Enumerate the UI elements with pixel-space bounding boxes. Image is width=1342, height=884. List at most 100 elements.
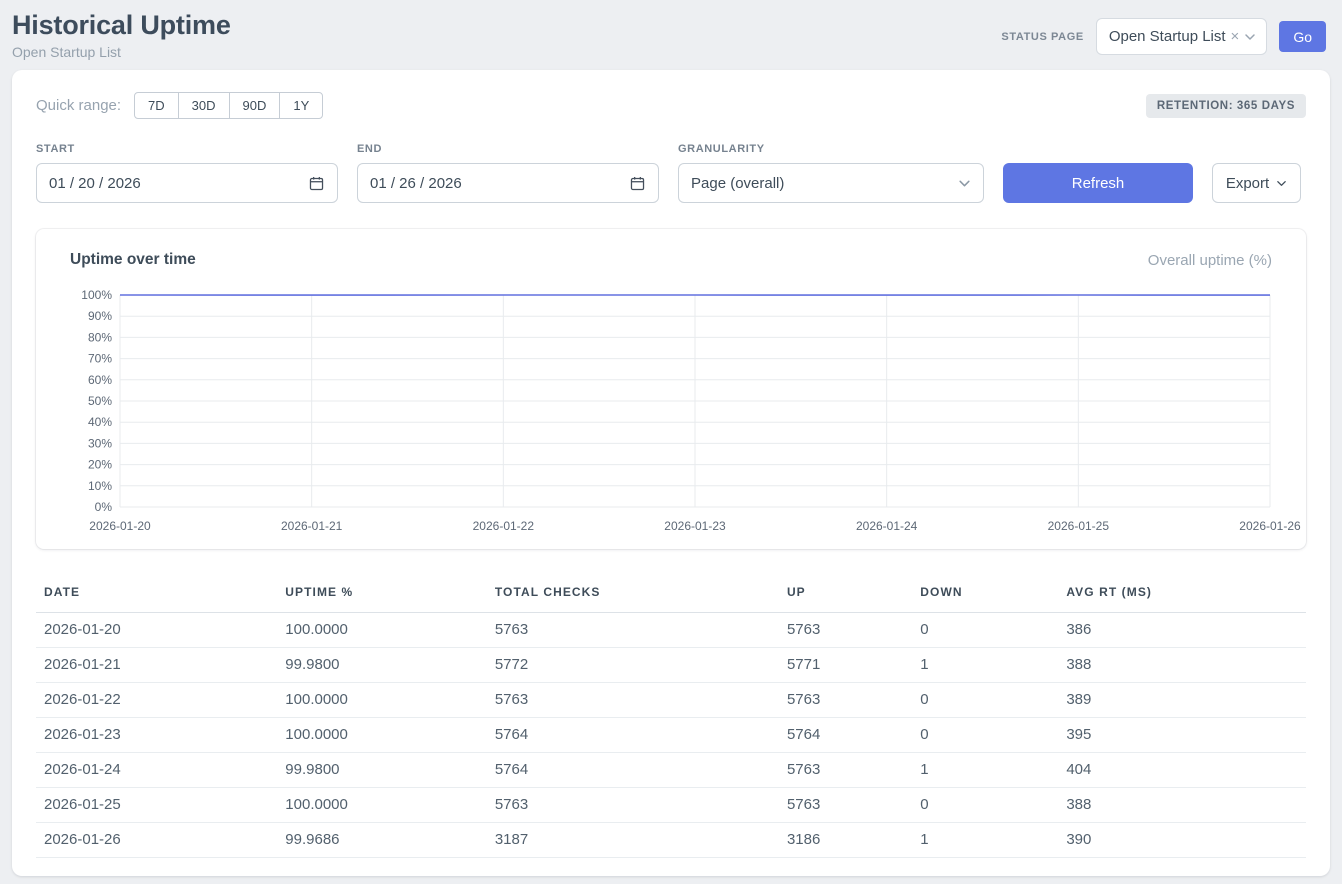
go-button[interactable]: Go	[1279, 21, 1326, 52]
chart-header: Uptime over time Overall uptime (%)	[58, 251, 1284, 269]
svg-text:2026-01-22: 2026-01-22	[473, 519, 535, 533]
svg-text:20%: 20%	[88, 458, 112, 472]
table-cell: 5763	[487, 788, 779, 823]
table-cell: 2026-01-26	[36, 823, 277, 858]
table-cell: 5763	[487, 683, 779, 718]
table-cell: 5763	[779, 788, 912, 823]
granularity-value: Page (overall)	[691, 175, 784, 192]
table-cell: 386	[1058, 613, 1306, 648]
start-date-label: START	[36, 143, 338, 155]
granularity-label: GRANULARITY	[678, 143, 984, 155]
page-header: Historical Uptime Open Startup List STAT…	[0, 0, 1342, 68]
table-cell: 0	[912, 613, 1058, 648]
title-block: Historical Uptime Open Startup List	[12, 10, 231, 60]
quick-range-segmented: 7D 30D 90D 1Y	[134, 92, 323, 119]
table-cell: 5763	[779, 683, 912, 718]
table-row: 2026-01-20100.0000576357630386	[36, 613, 1306, 648]
status-page-label: STATUS PAGE	[1001, 31, 1083, 43]
granularity-field: GRANULARITY Page (overall)	[678, 143, 984, 203]
page-subtitle: Open Startup List	[12, 44, 231, 60]
table-cell: 99.9800	[277, 753, 487, 788]
end-date-field: END 01 / 26 / 2026	[357, 143, 659, 203]
quick-range-30d-button[interactable]: 30D	[178, 92, 230, 119]
clear-icon[interactable]: ×	[1231, 29, 1240, 44]
table-row: 2026-01-22100.0000576357630389	[36, 683, 1306, 718]
table-cell: 1	[912, 753, 1058, 788]
svg-text:2026-01-24: 2026-01-24	[856, 519, 918, 533]
retention-badge: RETENTION: 365 DAYS	[1146, 94, 1306, 118]
quick-range-1y-button[interactable]: 1Y	[279, 92, 323, 119]
export-label: Export	[1226, 175, 1269, 192]
table-cell: 1	[912, 648, 1058, 683]
column-header: TOTAL CHECKS	[487, 575, 779, 613]
table-cell: 2026-01-23	[36, 718, 277, 753]
quick-range-7d-button[interactable]: 7D	[134, 92, 179, 119]
table-cell: 404	[1058, 753, 1306, 788]
column-header: UP	[779, 575, 912, 613]
calendar-icon[interactable]	[629, 175, 646, 192]
table-cell: 3186	[779, 823, 912, 858]
page-title: Historical Uptime	[12, 10, 231, 41]
svg-text:40%: 40%	[88, 415, 112, 429]
granularity-select[interactable]: Page (overall)	[678, 163, 984, 203]
svg-text:2026-01-26: 2026-01-26	[1239, 519, 1301, 533]
chevron-down-icon	[1276, 178, 1287, 189]
table-row: 2026-01-25100.0000576357630388	[36, 788, 1306, 823]
table-cell: 99.9686	[277, 823, 487, 858]
svg-text:80%: 80%	[88, 330, 112, 344]
table-cell: 0	[912, 683, 1058, 718]
quick-range-label: Quick range:	[36, 97, 121, 114]
svg-text:10%: 10%	[88, 479, 112, 493]
table-cell: 388	[1058, 788, 1306, 823]
table-cell: 1	[912, 823, 1058, 858]
svg-text:2026-01-20: 2026-01-20	[89, 519, 151, 533]
refresh-button[interactable]: Refresh	[1003, 163, 1193, 203]
calendar-icon[interactable]	[308, 175, 325, 192]
table-cell: 5764	[487, 753, 779, 788]
end-date-value: 01 / 26 / 2026	[370, 175, 462, 192]
table-cell: 0	[912, 718, 1058, 753]
svg-text:30%: 30%	[88, 436, 112, 450]
table-cell: 100.0000	[277, 718, 487, 753]
chart-legend: Overall uptime (%)	[1148, 252, 1272, 269]
table-cell: 2026-01-21	[36, 648, 277, 683]
svg-text:0%: 0%	[95, 500, 113, 514]
table-cell: 2026-01-25	[36, 788, 277, 823]
quick-range-row: Quick range: 7D 30D 90D 1Y RETENTION: 36…	[36, 92, 1306, 119]
uptime-chart: 0%10%20%30%40%50%60%70%80%90%100%2026-01…	[58, 285, 1284, 537]
svg-text:2026-01-23: 2026-01-23	[664, 519, 726, 533]
uptime-table-head-row: DATEUPTIME %TOTAL CHECKSUPDOWNAVG RT (MS…	[36, 575, 1306, 613]
table-cell: 2026-01-24	[36, 753, 277, 788]
svg-text:2026-01-21: 2026-01-21	[281, 519, 343, 533]
start-date-field: START 01 / 20 / 2026	[36, 143, 338, 203]
column-header: DOWN	[912, 575, 1058, 613]
column-header: UPTIME %	[277, 575, 487, 613]
status-page-select[interactable]: Open Startup List ×	[1096, 18, 1268, 55]
table-cell: 2026-01-22	[36, 683, 277, 718]
table-cell: 5763	[487, 613, 779, 648]
table-cell: 5763	[779, 613, 912, 648]
table-row: 2026-01-23100.0000576457640395	[36, 718, 1306, 753]
chart-title: Uptime over time	[70, 251, 196, 269]
table-cell: 2026-01-20	[36, 613, 277, 648]
table-row: 2026-01-2199.9800577257711388	[36, 648, 1306, 683]
table-cell: 100.0000	[277, 613, 487, 648]
table-row: 2026-01-2499.9800576457631404	[36, 753, 1306, 788]
svg-text:100%: 100%	[81, 288, 112, 302]
svg-text:70%: 70%	[88, 352, 112, 366]
chevron-down-icon	[958, 177, 971, 190]
export-button[interactable]: Export	[1212, 163, 1301, 203]
table-cell: 5764	[779, 718, 912, 753]
svg-text:2026-01-25: 2026-01-25	[1048, 519, 1110, 533]
status-page-value: Open Startup List	[1109, 28, 1226, 45]
table-cell: 5771	[779, 648, 912, 683]
table-cell: 0	[912, 788, 1058, 823]
start-date-input[interactable]: 01 / 20 / 2026	[36, 163, 338, 203]
table-cell: 100.0000	[277, 788, 487, 823]
quick-range-90d-button[interactable]: 90D	[229, 92, 281, 119]
quick-range-group: Quick range: 7D 30D 90D 1Y	[36, 92, 323, 119]
table-cell: 5764	[487, 718, 779, 753]
table-cell: 5763	[779, 753, 912, 788]
end-date-input[interactable]: 01 / 26 / 2026	[357, 163, 659, 203]
chevron-down-icon	[1244, 31, 1256, 43]
